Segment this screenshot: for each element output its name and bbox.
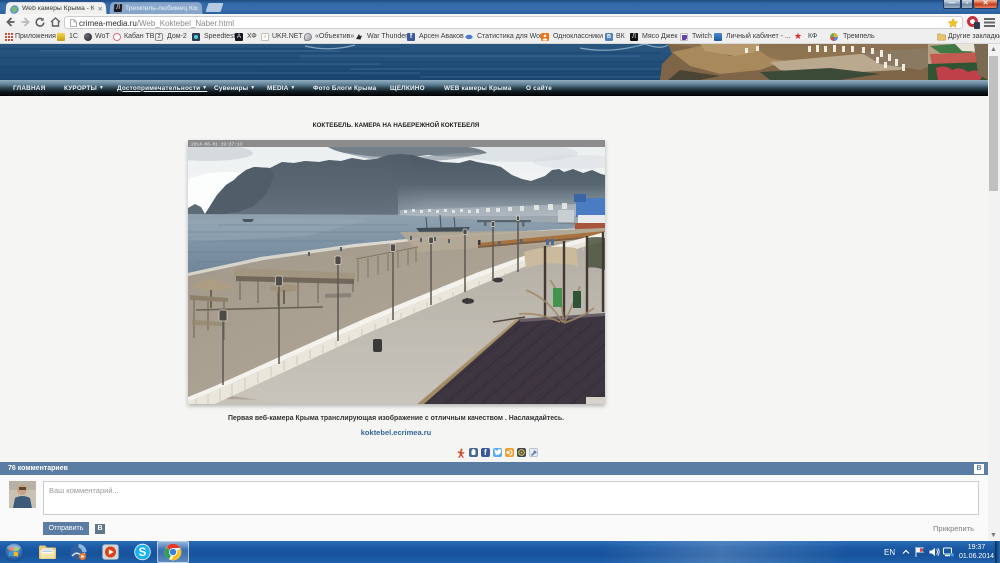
svg-text:2014-06-01 19:37:13: 2014-06-01 19:37:13 xyxy=(191,141,243,147)
svg-text:S: S xyxy=(139,547,147,559)
